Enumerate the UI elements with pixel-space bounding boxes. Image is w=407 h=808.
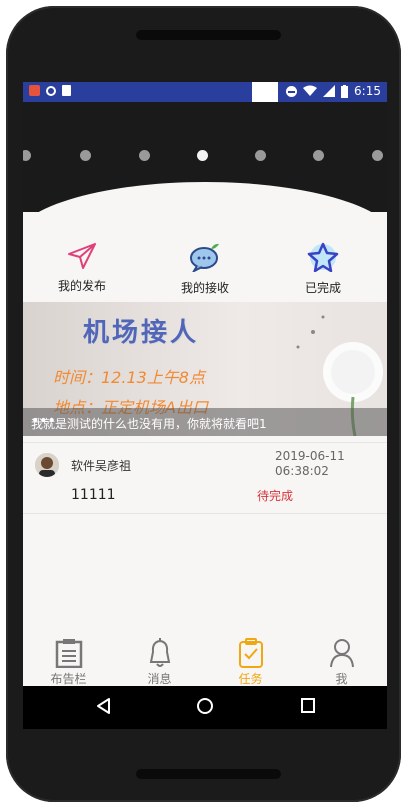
screen: 6:15 我的发布 我的接收 已完成 机场接人 时间：12.13上午8点 我就是… [23, 82, 387, 729]
avatar [35, 453, 59, 477]
battery-icon [341, 84, 349, 98]
tab-messages-label: 消息 [147, 672, 172, 686]
carousel-dot-active[interactable] [197, 150, 208, 161]
task-datetime: 2019-06-11 06:38:02 [275, 449, 345, 479]
recents-icon[interactable] [300, 697, 316, 715]
star-icon [307, 242, 339, 273]
my-published-button[interactable]: 我的发布 [42, 242, 122, 294]
tab-tasks[interactable]: 任务 [205, 638, 296, 686]
tab-notice-board[interactable]: 布告栏 [23, 638, 114, 686]
carousel-dot[interactable] [23, 150, 31, 161]
top-speaker [136, 30, 281, 40]
person-icon [329, 639, 354, 668]
tab-me[interactable]: 我 [296, 638, 387, 686]
carousel-dots [23, 150, 387, 164]
task-time: 06:38:02 [275, 464, 329, 478]
tab-tasks-label: 任务 [238, 672, 263, 686]
tab-notice-board-label: 布告栏 [50, 672, 87, 686]
circle-icon [46, 85, 56, 96]
completed-button[interactable]: 已完成 [283, 242, 363, 296]
my-published-label: 我的发布 [57, 279, 106, 293]
system-nav-bar [23, 686, 387, 729]
app-notification-icon [29, 85, 40, 96]
bottom-speaker [136, 769, 281, 779]
carousel-dot[interactable] [372, 150, 383, 161]
dnd-icon [286, 85, 298, 97]
tab-messages[interactable]: 消息 [114, 638, 205, 686]
bell-icon [149, 638, 170, 667]
notice-board-icon [55, 639, 82, 669]
task-user-name: 软件吴彦祖 [71, 459, 132, 473]
home-icon[interactable] [196, 697, 214, 715]
task-status: 待完成 [257, 489, 294, 503]
bottom-tab-bar: 布告栏 消息 任务 我 [23, 638, 387, 686]
status-time: 6:15 [354, 84, 381, 98]
my-received-label: 我的接收 [180, 281, 229, 295]
task-title: 11111 [71, 487, 116, 503]
clipboard-check-icon [238, 638, 263, 668]
back-icon[interactable] [95, 697, 111, 715]
task-card[interactable]: 软件吴彦祖 2019-06-11 06:38:02 11111 待完成 [23, 442, 387, 514]
poster-title: 机场接人 [83, 318, 200, 348]
task-poster-image[interactable]: 机场接人 时间：12.13上午8点 地点：正定机场A出口 我就是测试的什么也没有… [23, 302, 387, 436]
carousel-dot[interactable] [139, 150, 150, 161]
status-bar: 6:15 [23, 82, 387, 102]
status-white-block [252, 82, 278, 102]
completed-label: 已完成 [304, 281, 341, 295]
poster-time: 时间：12.13上午8点 [53, 368, 205, 387]
signal-icon [323, 85, 336, 97]
tab-me-label: 我 [335, 672, 348, 686]
carousel-dot[interactable] [255, 150, 266, 161]
sd-card-icon [62, 85, 71, 96]
chat-bubble-icon [190, 243, 219, 274]
task-date: 2019-06-11 [275, 449, 345, 463]
wifi-icon [303, 85, 318, 96]
carousel-dot[interactable] [80, 150, 91, 161]
paper-plane-icon [68, 243, 96, 269]
poster-caption: 我就是测试的什么也没有用，你就将就看吧1 ••• [23, 408, 387, 436]
carousel-dot[interactable] [313, 150, 324, 161]
my-received-button[interactable]: 我的接收 [165, 242, 245, 296]
more-icon[interactable]: ••• [31, 413, 377, 429]
